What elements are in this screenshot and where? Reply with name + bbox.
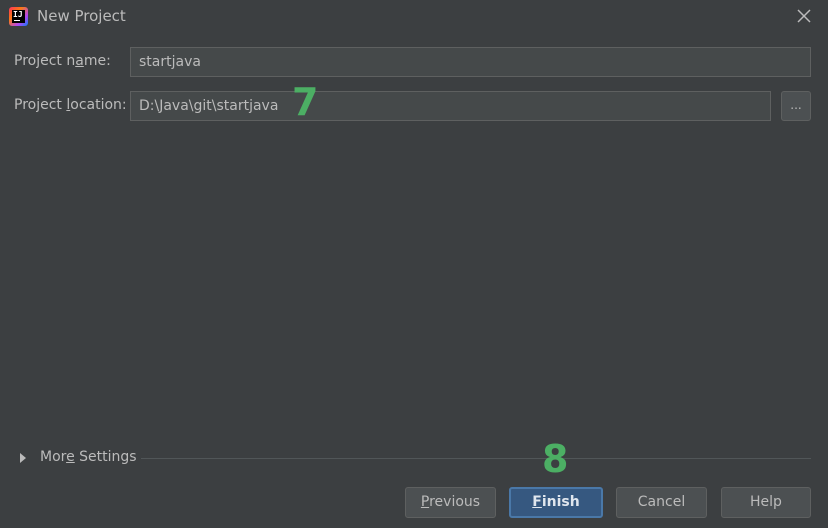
project-location-input[interactable] — [130, 91, 771, 121]
window-title: New Project — [37, 7, 126, 25]
finish-button[interactable]: Finish — [509, 487, 603, 518]
browse-location-button[interactable]: ... — [781, 91, 811, 121]
project-name-input[interactable] — [130, 47, 811, 77]
project-name-label: Project name: — [14, 53, 111, 69]
project-location-label: Project location: — [14, 97, 127, 113]
more-settings-separator — [141, 458, 811, 459]
previous-button[interactable]: Previous — [405, 487, 496, 518]
step-7-annotation: 7 — [292, 80, 319, 124]
more-settings-label: More Settings — [40, 449, 137, 465]
close-icon — [797, 9, 811, 23]
intellij-idea-icon: IJ — [9, 7, 28, 26]
expand-triangle-icon — [20, 453, 26, 463]
close-button[interactable] — [794, 6, 814, 26]
title-bar: IJ New Project — [0, 0, 828, 34]
help-button[interactable]: Help — [721, 487, 811, 518]
app-icon-text: IJ — [13, 10, 23, 19]
step-8-annotation: 8 — [542, 437, 569, 481]
cancel-button[interactable]: Cancel — [616, 487, 707, 518]
